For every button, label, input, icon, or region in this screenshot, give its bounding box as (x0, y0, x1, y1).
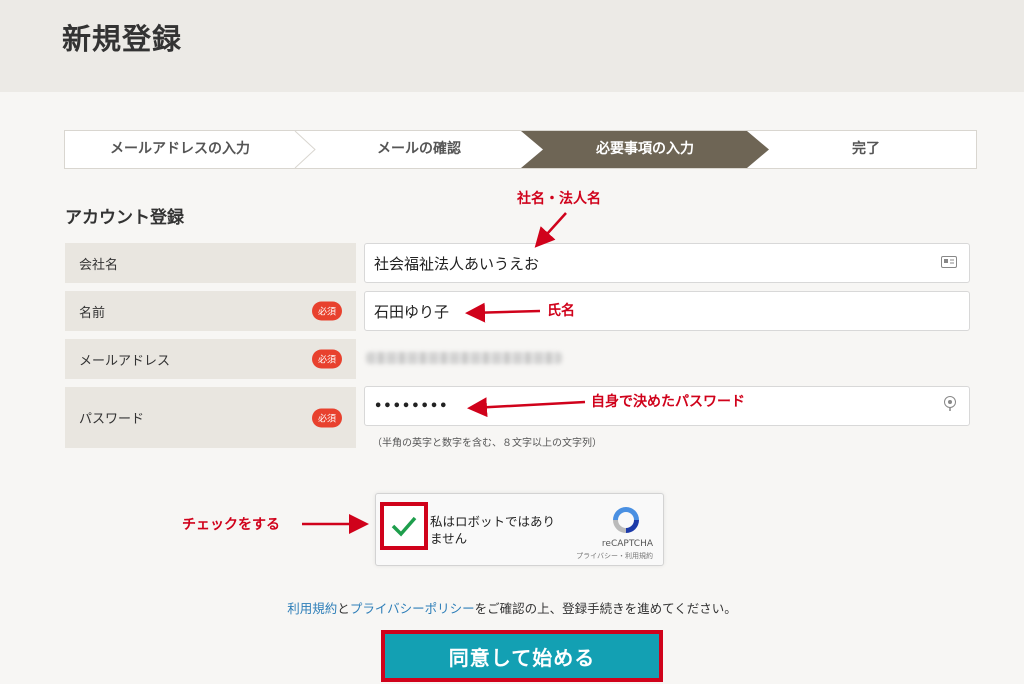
arrow-to-name (465, 302, 541, 323)
arrow-to-password (467, 397, 586, 418)
arrow-to-company (534, 212, 567, 248)
annotation-arrows (302, 212, 586, 534)
